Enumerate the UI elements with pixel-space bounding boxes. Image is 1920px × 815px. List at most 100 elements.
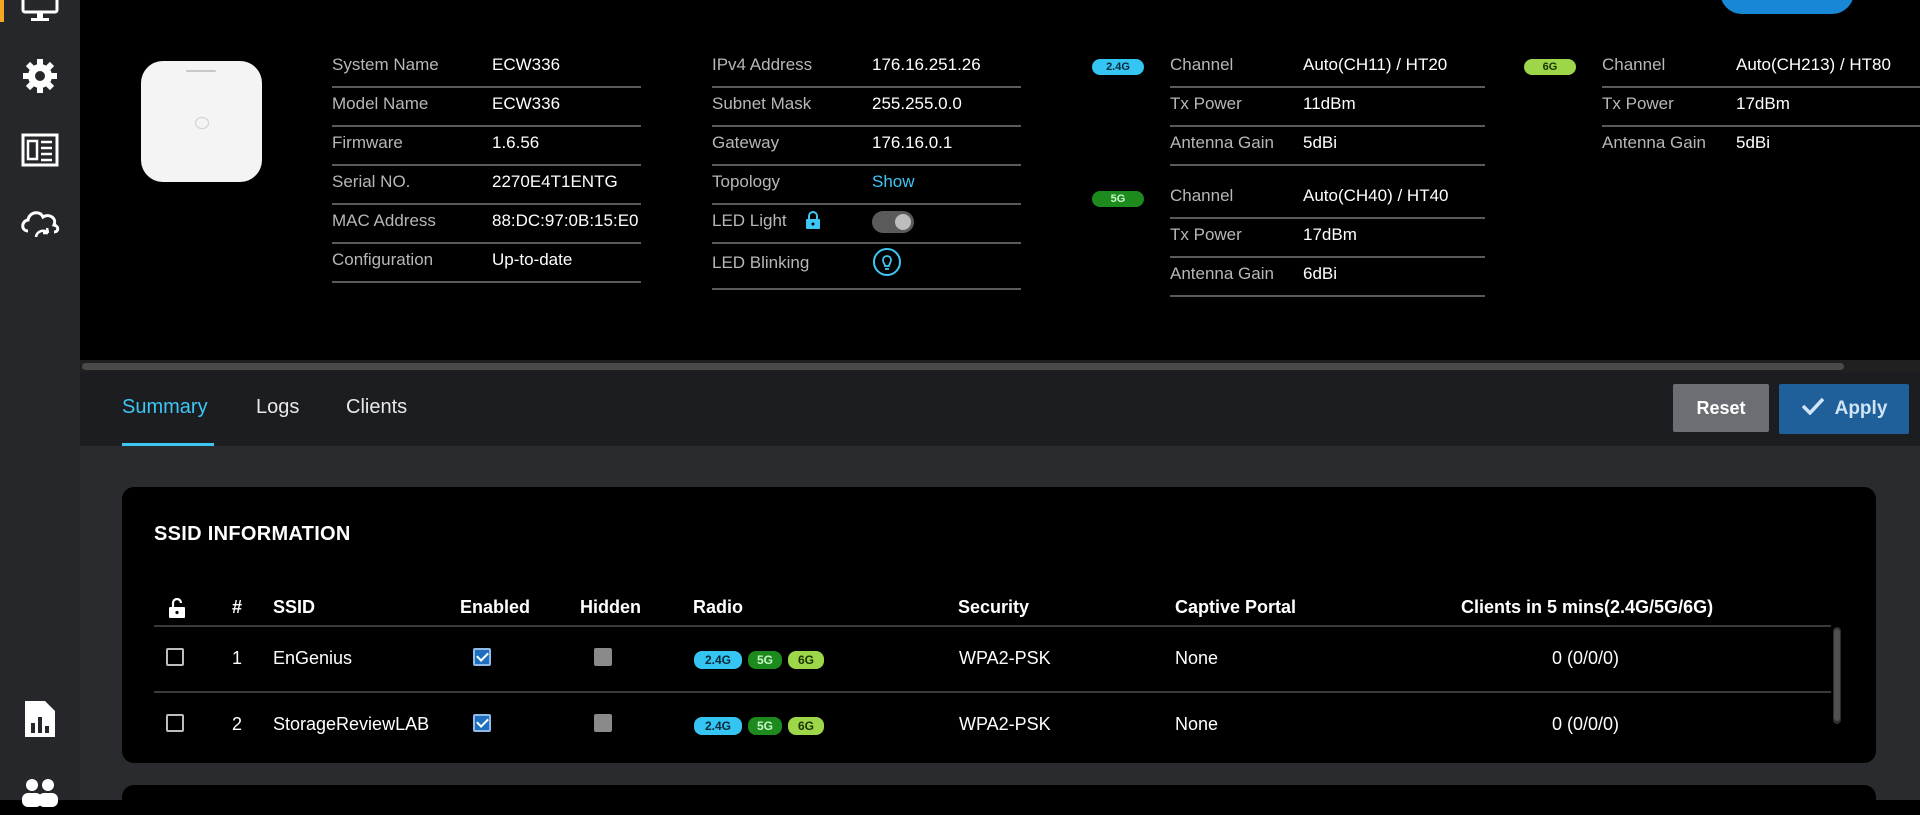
newspaper-icon[interactable] <box>18 128 62 172</box>
enabled-checkbox[interactable] <box>473 648 491 666</box>
lock-icon <box>805 211 821 234</box>
radio-badge-24g: 2.4G <box>694 717 742 735</box>
tab-summary[interactable]: Summary <box>122 396 208 419</box>
info-value: Auto(CH213) / HT80 <box>1736 55 1891 74</box>
info-label: LED Light <box>712 211 787 230</box>
info-value: 17dBm <box>1736 94 1790 113</box>
info-label: Gateway <box>712 133 780 152</box>
info-value: 5dBi <box>1736 133 1771 152</box>
report-chart-icon[interactable] <box>18 697 62 741</box>
ssid-name: StorageReviewLAB <box>273 714 430 734</box>
topology-show-link[interactable]: Show <box>872 172 915 192</box>
info-value: Auto(CH40) / HT40 <box>1303 186 1449 205</box>
table-vertical-scrollbar[interactable] <box>1833 627 1841 724</box>
info-value: 88:DC:97:0B:15:E0 <box>492 211 639 230</box>
apply-label: Apply <box>1834 398 1888 419</box>
info-value: ECW336 <box>492 94 561 113</box>
info-label: Serial NO. <box>332 172 411 191</box>
table-row: 1 EnGenius 2.4G 5G 6G WPA2-PSK None 0 (0… <box>154 627 1831 693</box>
info-label: Channel <box>1170 55 1234 74</box>
hidden-checkbox[interactable] <box>594 648 612 666</box>
info-label: IPv4 Address <box>712 55 813 74</box>
info-row-serial: Serial NO. 2270E4T1ENTG <box>332 165 641 205</box>
info-row-firmware: Firmware 1.6.56 <box>332 126 641 166</box>
next-card <box>122 785 1876 815</box>
cloud-sync-icon[interactable] <box>18 202 62 246</box>
info-label: Antenna Gain <box>1170 264 1274 283</box>
ssid-security: WPA2-PSK <box>959 714 1051 734</box>
device-image <box>141 61 262 182</box>
ssid-num: 2 <box>232 714 243 734</box>
info-label: Antenna Gain <box>1170 133 1274 152</box>
info-label: LED Blinking <box>712 253 810 272</box>
led-blink-bulb-icon[interactable] <box>872 247 902 282</box>
band-badge-24g: 2.4G <box>1092 59 1144 75</box>
info-label: Channel <box>1602 55 1666 74</box>
sidebar <box>0 0 80 807</box>
info-label: Tx Power <box>1170 225 1242 244</box>
band-badge-5g: 5G <box>1092 191 1144 207</box>
radio-badge-6g: 6G <box>788 717 824 735</box>
info-value: ECW336 <box>492 55 561 74</box>
info-value: 1.6.56 <box>492 133 540 152</box>
ssid-information-card: SSID INFORMATION # SSID Enabled Hidden R… <box>122 487 1876 763</box>
radio-row-antenna-gain: Antenna Gain 6dBi <box>1170 257 1485 297</box>
reset-button[interactable]: Reset <box>1673 384 1769 432</box>
info-label: MAC Address <box>332 211 436 230</box>
tab-logs[interactable]: Logs <box>256 396 299 419</box>
info-label: Configuration <box>332 250 434 269</box>
radio-row-tx-power: Tx Power 17dBm <box>1602 87 1920 127</box>
info-row-configuration: Configuration Up-to-date <box>332 243 641 283</box>
gear-icon[interactable] <box>18 54 62 98</box>
info-value: 255.255.0.0 <box>872 94 962 113</box>
info-value: Auto(CH11) / HT20 <box>1303 55 1448 74</box>
ssid-clients: 0 (0/0/0) <box>1552 648 1620 668</box>
ssid-num: 1 <box>232 648 243 668</box>
info-value: 5dBi <box>1303 133 1338 152</box>
radio-row-tx-power: Tx Power 11dBm <box>1170 87 1485 127</box>
row-select-checkbox[interactable] <box>166 648 184 666</box>
col-header-enabled: Enabled <box>460 597 531 617</box>
users-icon[interactable] <box>18 770 62 814</box>
info-row-topology: Topology Show <box>712 165 1021 205</box>
info-value: 6dBi <box>1303 264 1338 283</box>
tab-clients[interactable]: Clients <box>346 396 407 419</box>
row-select-checkbox[interactable] <box>166 714 184 732</box>
monitor-icon[interactable] <box>18 0 62 28</box>
radio-row-tx-power: Tx Power 17dBm <box>1170 218 1485 258</box>
ssid-card-title: SSID INFORMATION <box>154 523 351 545</box>
col-header-num: # <box>232 597 243 617</box>
radio-row-channel: Channel Auto(CH213) / HT80 <box>1602 48 1920 88</box>
enabled-checkbox[interactable] <box>473 714 491 732</box>
led-light-toggle[interactable] <box>872 211 914 233</box>
col-header-captive-portal: Captive Portal <box>1175 597 1297 617</box>
ssid-security: WPA2-PSK <box>959 648 1051 668</box>
info-label: Tx Power <box>1602 94 1674 113</box>
info-label: Firmware <box>332 133 403 152</box>
info-row-subnet: Subnet Mask 255.255.0.0 <box>712 87 1021 127</box>
col-header-hidden: Hidden <box>580 597 641 617</box>
info-row-ipv4: IPv4 Address 176.16.251.26 <box>712 48 1021 88</box>
ssid-captive-portal: None <box>1175 714 1219 734</box>
info-label: Model Name <box>332 94 429 113</box>
col-header-clients: Clients in 5 mins(2.4G/5G/6G) <box>1461 597 1714 617</box>
band-badge-6g: 6G <box>1524 59 1576 75</box>
radio-badge-5g: 5G <box>748 717 782 735</box>
info-value: 176.16.0.1 <box>872 133 953 152</box>
apply-button[interactable]: Apply <box>1779 384 1909 434</box>
hidden-checkbox[interactable] <box>594 714 612 732</box>
info-row-led-blinking: LED Blinking <box>712 243 1021 290</box>
unlock-icon <box>168 597 186 623</box>
info-value: 11dBm <box>1303 94 1356 113</box>
radio-badge-6g: 6G <box>788 651 824 669</box>
radio-row-channel: Channel Auto(CH11) / HT20 <box>1170 48 1485 88</box>
horizontal-scrollbar[interactable] <box>80 360 1920 372</box>
radio-badge-5g: 5G <box>748 651 782 669</box>
info-value: 2270E4T1ENTG <box>492 172 618 191</box>
info-value: 176.16.251.26 <box>872 55 981 74</box>
top-action-button[interactable] <box>1720 0 1854 14</box>
info-row-gateway: Gateway 176.16.0.1 <box>712 126 1021 166</box>
info-row-system-name: System Name ECW336 <box>332 48 641 88</box>
info-row-model-name: Model Name ECW336 <box>332 87 641 127</box>
info-value: 17dBm <box>1303 225 1357 244</box>
